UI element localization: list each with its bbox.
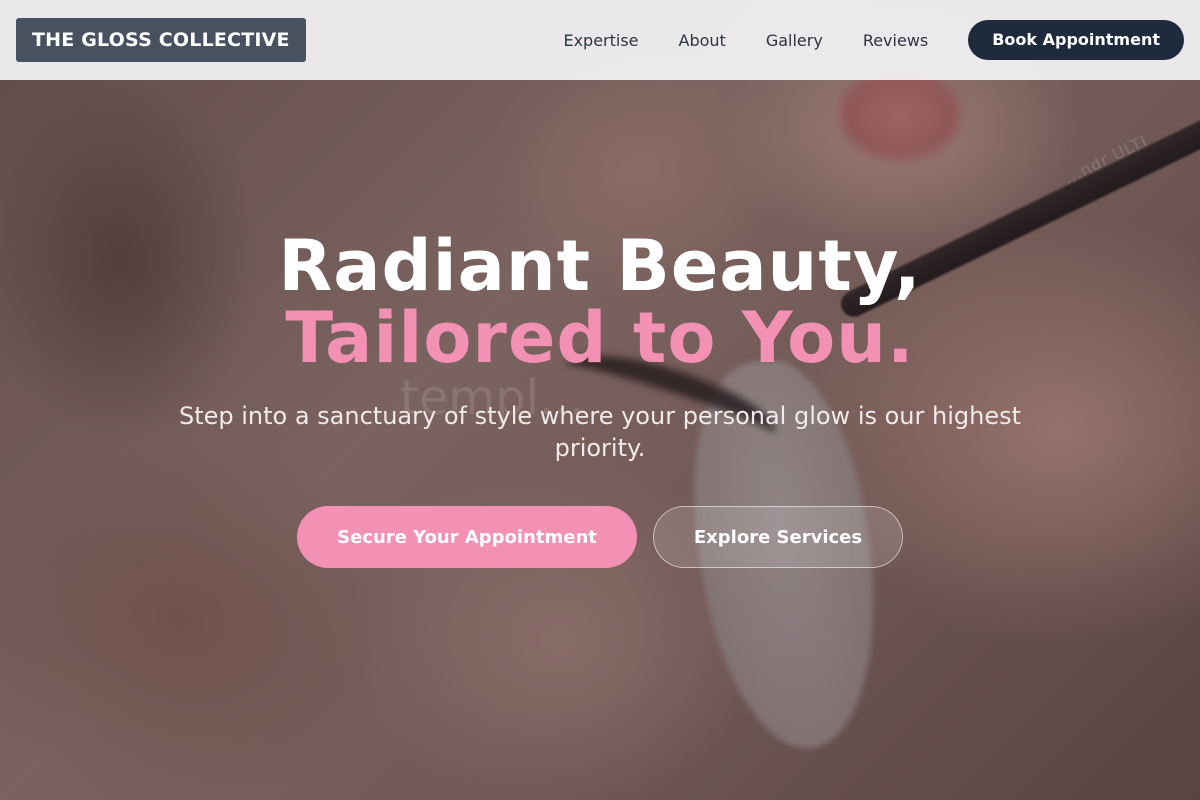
- hero-subtext: Step into a sanctuary of style where you…: [178, 402, 1022, 462]
- hero-headline-line-1: Radiant Beauty,: [278, 225, 922, 307]
- main-nav: Expertise About Gallery Reviews Book App…: [563, 20, 1184, 60]
- explore-services-button[interactable]: Explore Services: [653, 506, 903, 568]
- hero-headline: Radiant Beauty, Tailored to You.: [0, 230, 1200, 374]
- hero-cta-row: Secure Your Appointment Explore Services: [0, 506, 1200, 568]
- hero-section: Radiant Beauty, Tailored to You. Step in…: [0, 230, 1200, 568]
- nav-link-expertise[interactable]: Expertise: [563, 31, 638, 50]
- nav-link-about[interactable]: About: [679, 31, 726, 50]
- secure-appointment-button[interactable]: Secure Your Appointment: [297, 506, 637, 568]
- nav-link-gallery[interactable]: Gallery: [766, 31, 823, 50]
- hero-headline-line-2: Tailored to You.: [285, 297, 915, 379]
- nav-link-reviews[interactable]: Reviews: [863, 31, 928, 50]
- book-appointment-button[interactable]: Book Appointment: [968, 20, 1184, 60]
- site-header: THE GLOSS COLLECTIVE Expertise About Gal…: [0, 0, 1200, 80]
- brand-logo[interactable]: THE GLOSS COLLECTIVE: [16, 18, 306, 62]
